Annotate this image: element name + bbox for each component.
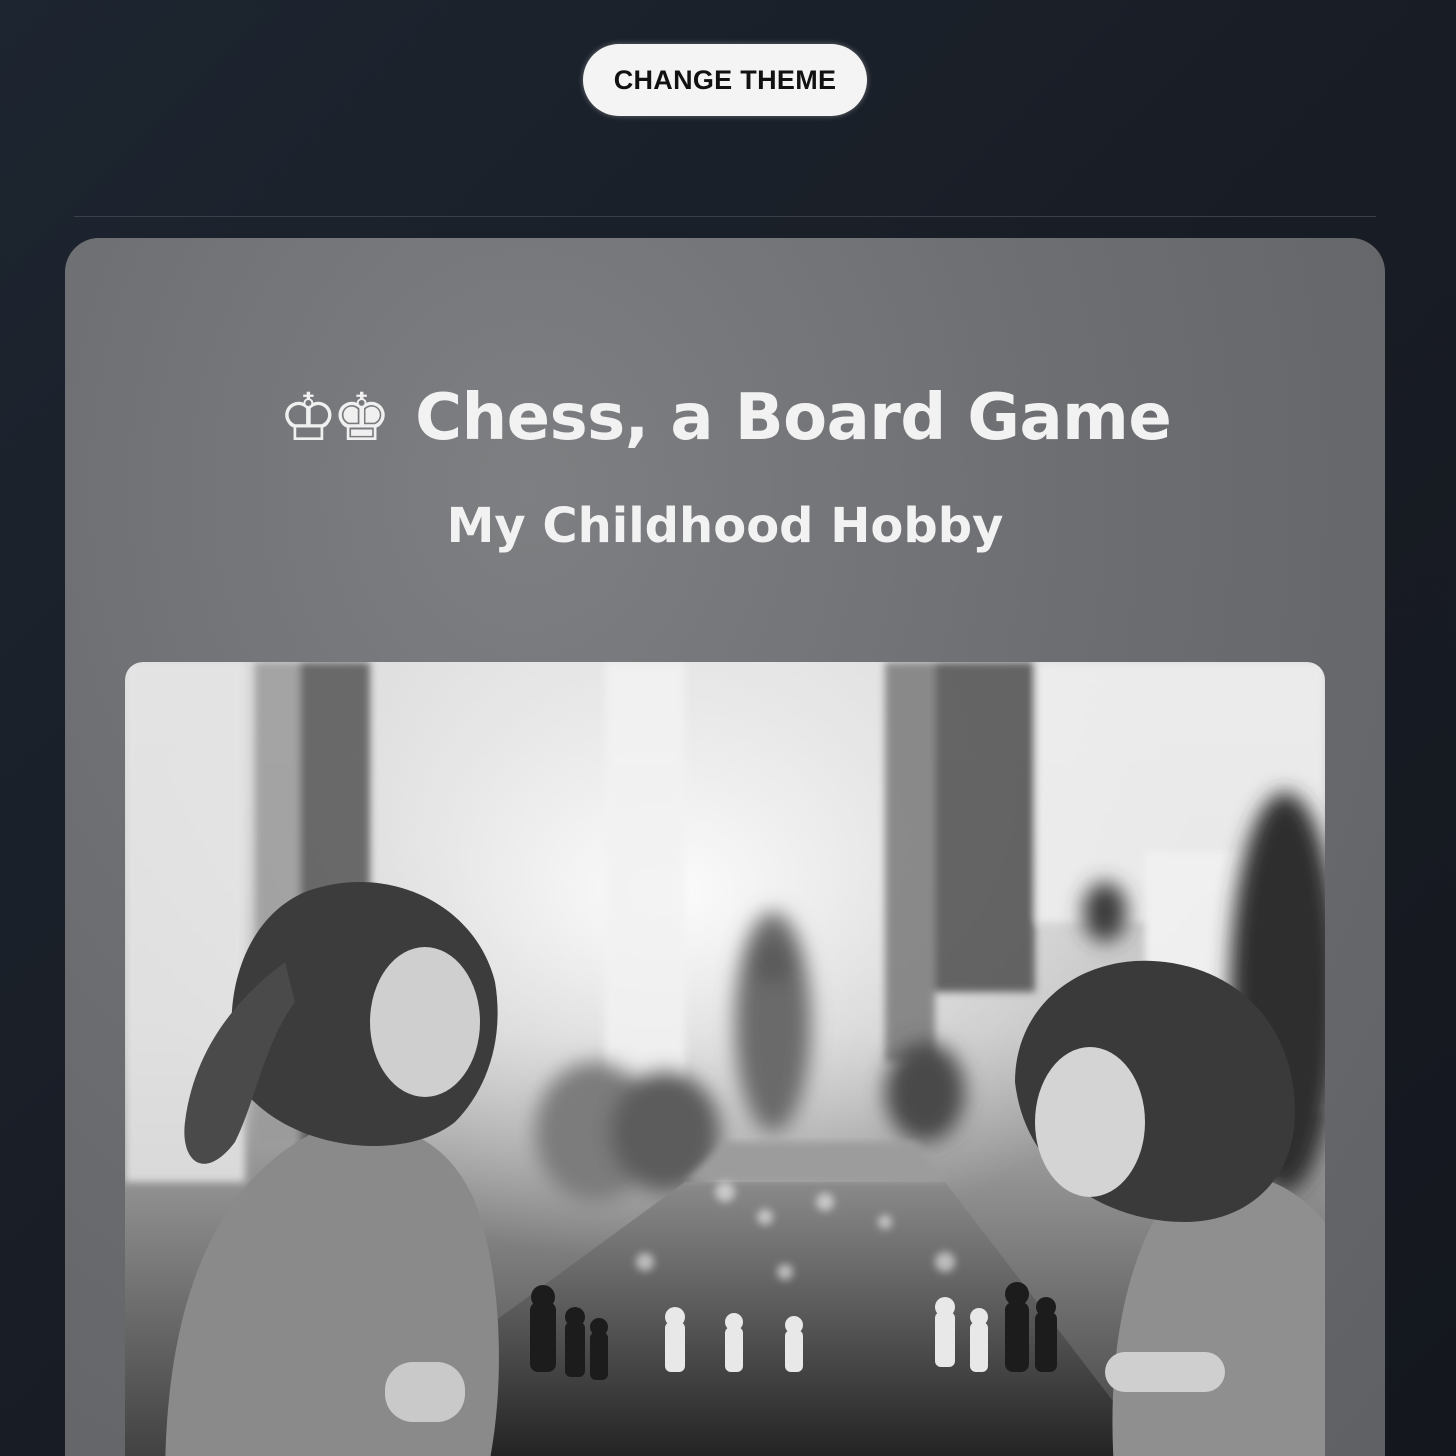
page-title: Chess, a Board Game: [415, 381, 1172, 455]
content-card: ♔♚ Chess, a Board Game My Childhood Hobb…: [65, 238, 1385, 1456]
top-bar: CHANGE THEME: [0, 0, 1456, 200]
photo-illustration: [125, 662, 1325, 1456]
change-theme-button[interactable]: CHANGE THEME: [583, 44, 867, 116]
chess-king-icons: ♔♚: [278, 379, 391, 456]
title-row: ♔♚ Chess, a Board Game: [65, 378, 1385, 458]
page-subtitle: My Childhood Hobby: [446, 498, 1004, 554]
chess-tournament-photo: [125, 662, 1325, 1456]
card-header: ♔♚ Chess, a Board Game My Childhood Hobb…: [65, 378, 1385, 554]
divider: [74, 216, 1376, 217]
